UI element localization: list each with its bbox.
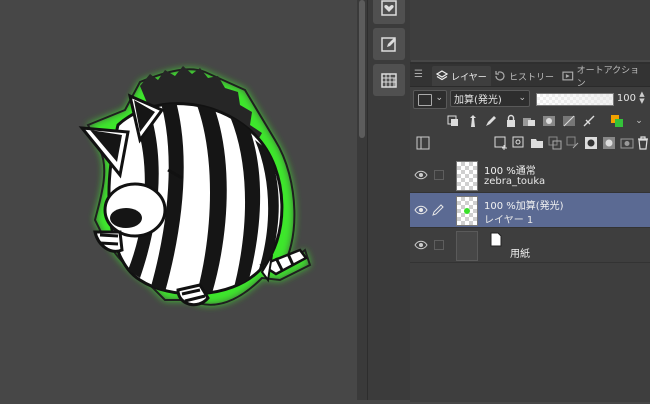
panel-tabs: ☰ レイヤー ヒストリー オートアクション <box>410 64 650 89</box>
layer-blend-label: 100 %加算(発光) <box>484 201 564 212</box>
auto-action-icon <box>562 71 574 81</box>
layer-color-dropdown-button[interactable]: ⌄ <box>632 114 646 128</box>
history-icon <box>495 71 505 81</box>
layer-panel-toggle-button[interactable] <box>416 136 430 150</box>
eye-icon[interactable] <box>414 204 428 216</box>
mask-outside-button[interactable] <box>602 136 616 150</box>
opacity-spinner[interactable]: ▲ ▼ <box>637 91 647 107</box>
edit-frame-icon <box>381 37 396 52</box>
layer-color-button[interactable] <box>610 114 624 128</box>
grid-icon <box>381 73 397 88</box>
layer-edit-toggle[interactable] <box>434 170 444 180</box>
chevron-down-icon: ⌄ <box>518 93 526 103</box>
blend-mode-value: 加算(発光) <box>454 95 502 106</box>
zebra-illustration <box>78 66 312 307</box>
panel-menu-icon[interactable]: ☰ <box>414 69 423 80</box>
layer-panel: ☰ レイヤー ヒストリー オートアクション ⌄ 加算(発光) ⌄ 100 ▲▼ <box>410 62 650 402</box>
layer-row-paper[interactable]: 用紙 <box>410 228 650 263</box>
merge-down-button[interactable] <box>566 136 580 150</box>
layer-name: 用紙 <box>510 249 530 260</box>
ruler-button[interactable] <box>582 114 596 128</box>
blend-row: ⌄ 加算(発光) ⌄ 100 ▲ ▼ <box>410 88 650 110</box>
draft-layer-button[interactable] <box>484 114 498 128</box>
side-icon-column <box>367 0 411 400</box>
top-panel <box>410 0 650 60</box>
mask-button[interactable] <box>542 114 556 128</box>
heart-frame-icon <box>381 0 397 16</box>
tab-auto-action[interactable]: オートアクション <box>558 66 650 89</box>
layer-color-icon <box>611 115 623 127</box>
eye-icon[interactable] <box>414 239 428 251</box>
paper-icon <box>490 232 502 247</box>
blend-mode-select[interactable]: 加算(発光) ⌄ <box>450 90 530 107</box>
chevron-down-icon: ⌄ <box>435 93 443 103</box>
canvas-scrollbar[interactable] <box>357 0 367 400</box>
lock-transparent-button[interactable] <box>522 114 536 128</box>
heart-frame-button[interactable] <box>373 0 405 24</box>
tab-history-label: ヒストリー <box>509 72 555 83</box>
layer-thumbnail <box>456 231 478 261</box>
eye-icon[interactable] <box>414 169 428 181</box>
layer-thumbnail <box>456 196 478 226</box>
layer-color-swatch <box>418 94 432 106</box>
lock-transparent-icon <box>523 118 535 126</box>
grid-button[interactable] <box>373 64 405 96</box>
reference-layer-button[interactable] <box>466 114 480 128</box>
layer-name: レイヤー 1 <box>484 215 534 226</box>
layer-row-layer-1[interactable]: 100 %加算(発光) レイヤー 1 <box>410 193 650 228</box>
opacity-slider[interactable] <box>536 93 614 106</box>
ruler-icon <box>583 115 595 127</box>
layer-blend-label: 100 %通常 <box>484 166 536 177</box>
mask-icon <box>543 116 555 126</box>
lighthouse-icon <box>470 115 476 127</box>
pencil-icon[interactable] <box>432 204 444 216</box>
layers-icon <box>436 70 448 81</box>
opacity-value[interactable]: 100 <box>616 90 636 107</box>
green-dot-icon <box>464 208 470 214</box>
canvas-area[interactable] <box>0 0 355 400</box>
chevron-down-icon: ⌄ <box>635 116 643 126</box>
merge-icon <box>566 136 579 149</box>
lock-icon <box>507 114 515 127</box>
layer-row-zebra-touka[interactable]: 100 %通常 zebra_touka <box>410 158 650 193</box>
layer-edit-toggle[interactable] <box>434 240 444 250</box>
delete-layer-button[interactable] <box>636 136 650 150</box>
delete-mask-button[interactable] <box>620 136 634 150</box>
mask-delete-icon <box>620 138 634 149</box>
layer-toolbar-row-2 <box>410 134 650 154</box>
new-layer-icon <box>494 136 507 150</box>
folder-icon <box>531 139 543 148</box>
draft-icon <box>486 116 496 126</box>
opacity-fill <box>537 94 613 105</box>
clip-icon <box>447 115 458 126</box>
scrollbar-thumb[interactable] <box>359 0 365 138</box>
mask-circle-icon <box>585 137 597 149</box>
new-vector-layer-button[interactable] <box>512 136 526 150</box>
edit-frame-button[interactable] <box>373 28 405 60</box>
clip-lower-layer-button[interactable] <box>446 114 460 128</box>
layer-name: zebra_touka <box>484 176 546 187</box>
layer-color-dropdown[interactable]: ⌄ <box>413 90 447 109</box>
transfer-down-button[interactable] <box>548 136 562 150</box>
panel-toggle-icon <box>416 136 430 150</box>
new-folder-button[interactable] <box>530 136 544 150</box>
lock-layer-button[interactable] <box>504 114 518 128</box>
mask-dropdown-button[interactable] <box>562 114 576 128</box>
tab-layer-label: レイヤー <box>451 72 487 83</box>
tab-auto-action-label: オートアクション <box>576 66 640 89</box>
new-vector-layer-icon <box>512 136 524 148</box>
trash-icon <box>638 136 648 150</box>
layer-thumbnail <box>456 161 478 191</box>
mask-disabled-icon <box>563 115 575 127</box>
tab-history[interactable]: ヒストリー <box>490 66 558 86</box>
new-raster-layer-button[interactable] <box>494 136 508 150</box>
mask-outside-icon <box>603 137 615 149</box>
transfer-icon <box>548 136 562 150</box>
layer-toolbar-row-1: ⌄ <box>410 112 650 132</box>
apply-mask-button[interactable] <box>584 136 598 150</box>
tab-layer[interactable]: レイヤー <box>432 66 491 86</box>
